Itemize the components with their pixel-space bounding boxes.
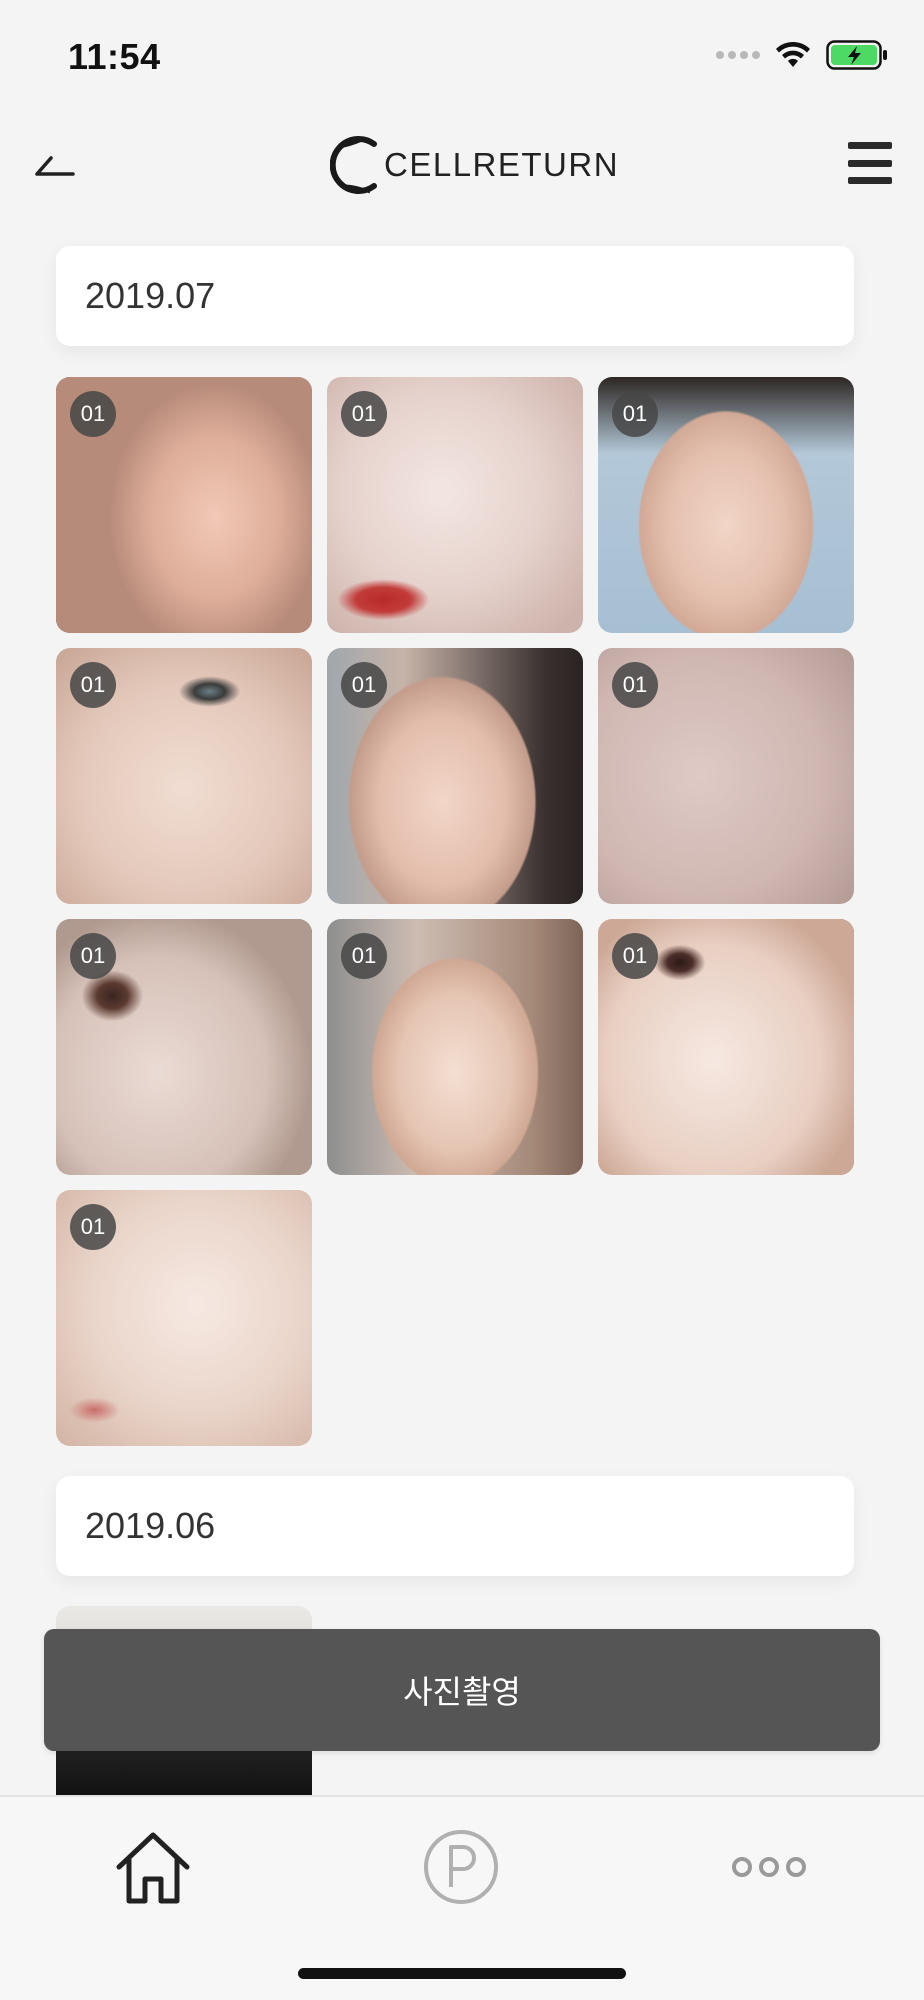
tab-more[interactable] (709, 1817, 829, 1917)
date-section-header[interactable]: 2019.06 (56, 1476, 854, 1576)
hamburger-menu-button[interactable] (846, 140, 894, 186)
photo-count-badge: 01 (70, 1204, 116, 1250)
date-section-header[interactable]: 2019.07 (56, 246, 854, 346)
photo-count-badge: 01 (70, 391, 116, 437)
status-icons (716, 40, 888, 70)
home-indicator (298, 1968, 626, 1979)
more-icon (732, 1857, 806, 1877)
photo-count-badge: 01 (341, 933, 387, 979)
photo-count-badge: 01 (341, 391, 387, 437)
status-time: 11:54 (68, 36, 161, 77)
photo-thumbnail[interactable]: 01 (56, 1190, 312, 1446)
take-photo-label: 사진촬영 (403, 1674, 521, 1710)
app-logo: CELLRETURN (330, 134, 619, 196)
logo-text: CELLRETURN (384, 146, 620, 183)
photo-thumbnail[interactable]: 01 (598, 377, 854, 633)
menu-line (848, 142, 892, 149)
wifi-icon (776, 41, 810, 67)
section-date: 2019.06 (85, 1505, 216, 1546)
photo-thumbnail[interactable]: 01 (598, 648, 854, 904)
photo-count-badge: 01 (70, 933, 116, 979)
photo-thumbnail[interactable]: 01 (327, 919, 583, 1175)
photo-count-badge: 01 (612, 662, 658, 708)
photo-count-badge: 01 (341, 662, 387, 708)
cellular-signal-icon (716, 51, 760, 59)
take-photo-button[interactable]: 사진촬영 (44, 1629, 880, 1751)
battery-charging-icon (826, 40, 887, 70)
app-header: CELLRETURN (0, 118, 924, 208)
photo-grid: 01 01 01 01 01 01 01 01 01 01 (56, 377, 854, 1446)
status-bar: 11:54 (0, 0, 924, 110)
photo-thumbnail[interactable]: 01 (56, 648, 312, 904)
points-icon (424, 1830, 498, 1904)
photo-count-badge: 01 (612, 933, 658, 979)
menu-line (848, 177, 892, 184)
photo-thumbnail[interactable]: 01 (56, 919, 312, 1175)
home-icon (116, 1832, 190, 1904)
section-date: 2019.07 (85, 275, 216, 316)
photo-count-badge: 01 (612, 391, 658, 437)
tab-home[interactable] (93, 1817, 213, 1917)
app-screen: 11:54 CELLRETURN 2019.07 01 01 01 01 01 … (0, 0, 924, 2000)
back-arrow-icon (35, 156, 75, 176)
photo-thumbnail[interactable]: 01 (598, 919, 854, 1175)
menu-line (848, 159, 892, 167)
photo-thumbnail[interactable]: 01 (327, 377, 583, 633)
cellreturn-logo-icon (330, 136, 377, 194)
photo-count-badge: 01 (70, 662, 116, 708)
back-button[interactable] (30, 138, 80, 188)
photo-thumbnail[interactable]: 01 (56, 377, 312, 633)
photo-thumbnail[interactable]: 01 (327, 648, 583, 904)
tab-points[interactable] (401, 1817, 521, 1917)
